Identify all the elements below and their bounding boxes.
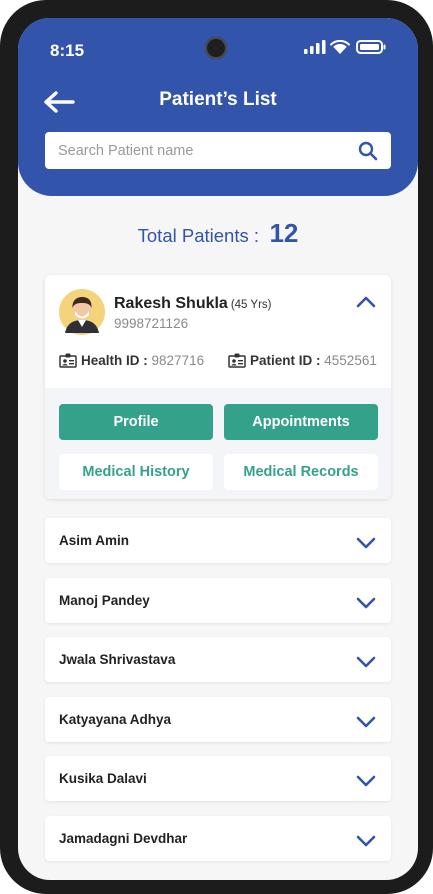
search-input[interactable] bbox=[58, 132, 348, 169]
total-patients-count: 12 bbox=[269, 218, 299, 248]
patient-row-name: Katyayana Adhya bbox=[59, 712, 172, 727]
app-screen: 8:15 Patient’s List Search Patient name … bbox=[18, 18, 418, 880]
patient-row[interactable]: Jwala Shrivastava bbox=[45, 637, 391, 682]
expanded-patient-card: Rakesh Shukla (45 Yrs) 9998721126 Health … bbox=[45, 275, 391, 499]
health-id-value: 9827716 bbox=[151, 353, 205, 368]
appointments-button[interactable]: Appointments bbox=[224, 404, 378, 440]
health-id: Health ID : 9827716 bbox=[59, 353, 204, 368]
signal-icon bbox=[304, 40, 326, 54]
phone-frame: 8:15 Patient’s List Search Patient name … bbox=[0, 0, 433, 894]
patient-row-name: Kusika Dalavi bbox=[59, 771, 147, 786]
profile-button[interactable]: Profile bbox=[59, 404, 213, 440]
patient-row[interactable]: Manoj Pandey bbox=[45, 578, 391, 623]
chevron-down-icon[interactable] bbox=[356, 774, 376, 787]
patient-name-text: Rakesh Shukla bbox=[114, 295, 228, 312]
patient-id-label: Patient ID : bbox=[250, 353, 321, 368]
patient-actions: Profile Appointments Medical History Med… bbox=[45, 388, 391, 499]
search-bar bbox=[45, 132, 391, 169]
patient-row[interactable]: Jamadagni Devdhar bbox=[45, 816, 391, 861]
patient-id: Patient ID : 4552561 bbox=[228, 353, 377, 368]
header: 8:15 Patient’s List Search Patient name bbox=[18, 18, 418, 196]
camera-notch bbox=[205, 37, 227, 59]
chevron-down-icon[interactable] bbox=[356, 536, 376, 549]
chevron-down-icon[interactable] bbox=[356, 715, 376, 728]
medical-history-button[interactable]: Medical History bbox=[59, 454, 213, 490]
total-patients-label: Total Patients : bbox=[137, 225, 259, 246]
id-card-icon bbox=[228, 353, 246, 368]
patient-row-name: Asim Amin bbox=[59, 533, 130, 548]
patient-row[interactable]: Kusika Dalavi bbox=[45, 756, 391, 801]
patient-avatar bbox=[59, 289, 105, 335]
patient-row[interactable]: Katyayana Adhya bbox=[45, 697, 391, 742]
search-icon[interactable] bbox=[358, 141, 378, 161]
chevron-down-icon[interactable] bbox=[356, 834, 376, 847]
patient-age: (45 Yrs) bbox=[230, 299, 272, 311]
total-patients: Total Patients : 12 bbox=[18, 218, 418, 249]
health-id-label: Health ID : bbox=[81, 353, 148, 368]
patient-phone: 9998721126 bbox=[114, 316, 189, 331]
chevron-down-icon[interactable] bbox=[356, 655, 376, 668]
chevron-down-icon[interactable] bbox=[356, 596, 376, 609]
patient-row-name: Manoj Pandey bbox=[59, 593, 150, 608]
patient-row[interactable]: Asim Amin bbox=[45, 518, 391, 563]
battery-icon bbox=[356, 40, 386, 54]
id-card-icon bbox=[59, 353, 77, 368]
patient-id-value: 4552561 bbox=[324, 353, 377, 368]
patient-row-name: Jwala Shrivastava bbox=[59, 652, 176, 667]
medical-records-button[interactable]: Medical Records bbox=[224, 454, 378, 490]
patient-row-name: Jamadagni Devdhar bbox=[59, 831, 188, 846]
status-time: 8:15 bbox=[50, 41, 85, 60]
page-title: Patient’s List bbox=[159, 89, 277, 110]
chevron-up-icon[interactable] bbox=[356, 295, 376, 308]
wifi-icon bbox=[330, 40, 350, 54]
patient-name: Rakesh Shukla (45 Yrs) bbox=[114, 295, 272, 313]
